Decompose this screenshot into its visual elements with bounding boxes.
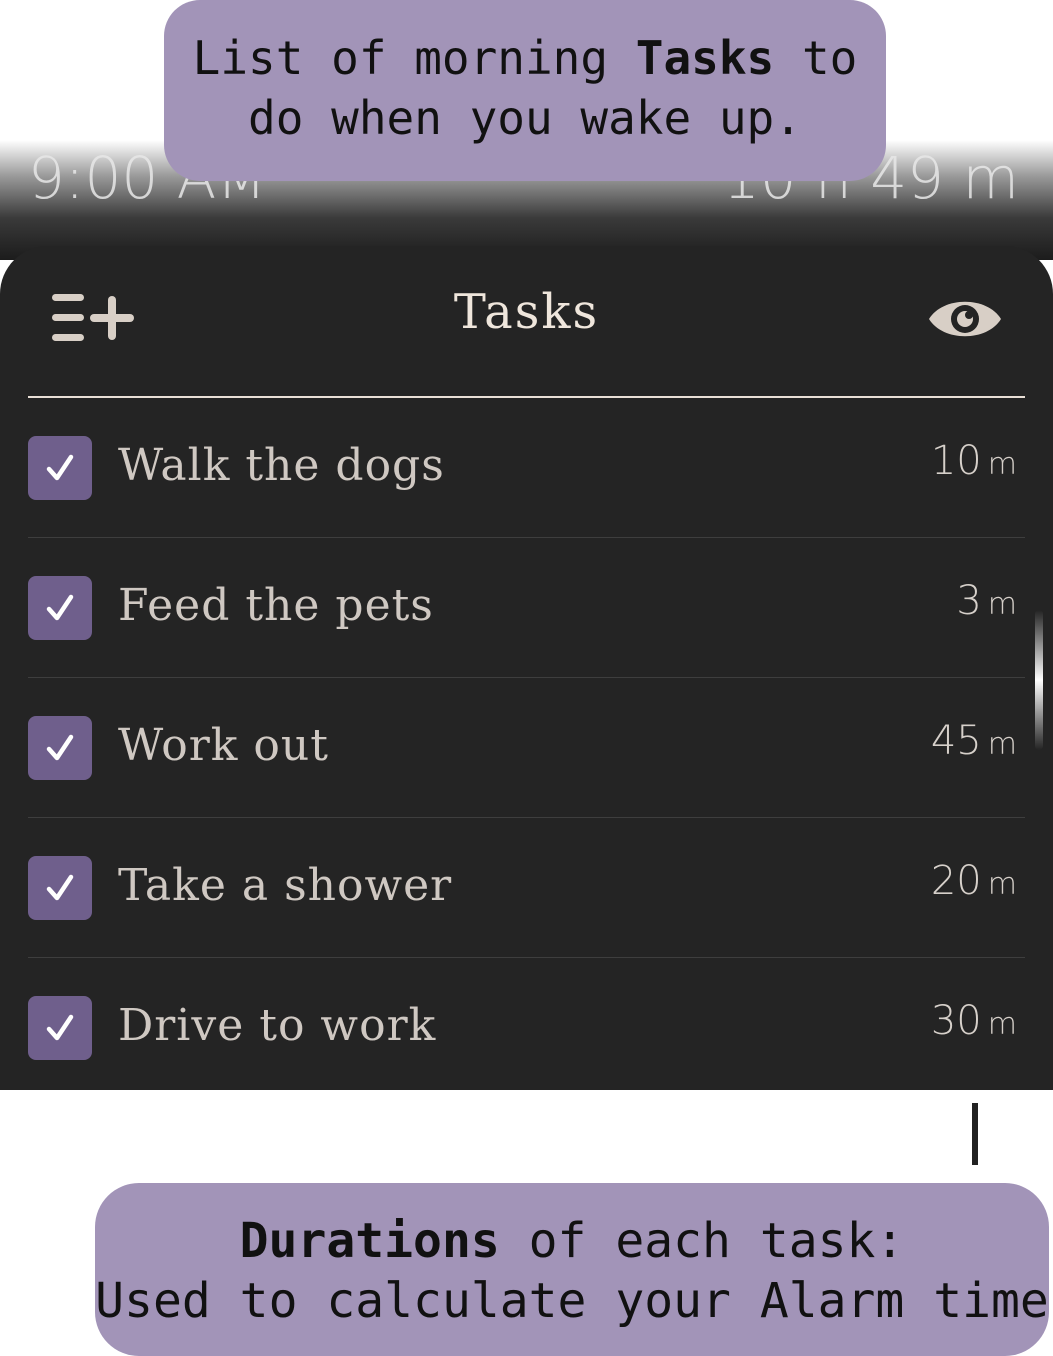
panel-header: Tasks <box>0 246 1053 396</box>
task-row[interactable]: Walk the dogs 10 m <box>28 398 1025 538</box>
task-duration[interactable]: 20 m <box>931 858 1017 904</box>
callout-line: Used to calculate your Alarm time <box>95 1273 1049 1329</box>
callout-text: List of morning <box>192 31 636 85</box>
task-checkbox[interactable] <box>28 576 92 640</box>
callout-line: Durations of each task: <box>95 1211 1049 1271</box>
visibility-toggle-button[interactable] <box>927 294 1003 344</box>
task-label: Feed the pets <box>118 580 434 631</box>
eye-icon <box>929 301 1001 337</box>
duration-unit: m <box>987 1007 1017 1042</box>
task-label: Work out <box>118 720 329 771</box>
task-checkbox[interactable] <box>28 716 92 780</box>
panel-title: Tasks <box>453 284 600 340</box>
task-label: Take a shower <box>118 860 453 911</box>
callout-connector <box>972 1103 978 1165</box>
durations-callout: Durations of each task: Used to calculat… <box>95 1183 1049 1356</box>
tasks-panel: Tasks Walk the dogs 10 m Feed the pets 3… <box>0 246 1053 1090</box>
checkmark-icon <box>46 594 74 621</box>
tasks-callout: List of morning Tasks to do when you wak… <box>164 0 886 181</box>
callout-text: of each task: <box>499 1213 905 1269</box>
duration-unit: m <box>987 447 1017 482</box>
duration-value: 45 <box>930 718 982 764</box>
task-row[interactable]: Take a shower 20 m <box>28 818 1025 958</box>
callout-line: List of morning Tasks to <box>164 28 886 88</box>
checkmark-icon <box>46 454 74 481</box>
task-row[interactable]: Drive to work 30 m <box>28 958 1025 1098</box>
checkmark-icon <box>46 734 74 761</box>
duration-value: 30 <box>930 998 982 1044</box>
callout-emphasis: Durations <box>239 1213 500 1269</box>
duration-value: 3 <box>956 578 982 624</box>
task-label: Walk the dogs <box>118 440 445 491</box>
callout-line: do when you wake up. <box>248 91 802 145</box>
task-row[interactable]: Work out 45 m <box>28 678 1025 818</box>
task-checkbox[interactable] <box>28 996 92 1060</box>
duration-unit: m <box>987 727 1017 762</box>
duration-value: 20 <box>930 858 982 904</box>
scroll-indicator[interactable] <box>1035 610 1043 750</box>
task-label: Drive to work <box>118 1000 437 1051</box>
task-checkbox[interactable] <box>28 436 92 500</box>
duration-unit: m <box>987 587 1017 622</box>
callout-emphasis: Tasks <box>635 31 775 85</box>
duration-value: 10 <box>930 438 982 484</box>
task-duration[interactable]: 30 m <box>931 998 1017 1044</box>
task-duration[interactable]: 45 m <box>931 718 1017 764</box>
task-duration[interactable]: 10 m <box>931 438 1017 484</box>
task-list: Walk the dogs 10 m Feed the pets 3m Work … <box>28 398 1025 1098</box>
callout-text: to <box>774 31 858 85</box>
task-row[interactable]: Feed the pets 3m <box>28 538 1025 678</box>
task-checkbox[interactable] <box>28 856 92 920</box>
checkmark-icon <box>46 874 74 901</box>
checkmark-icon <box>46 1014 74 1041</box>
duration-unit: m <box>987 867 1017 902</box>
task-duration[interactable]: 3m <box>956 578 1017 624</box>
